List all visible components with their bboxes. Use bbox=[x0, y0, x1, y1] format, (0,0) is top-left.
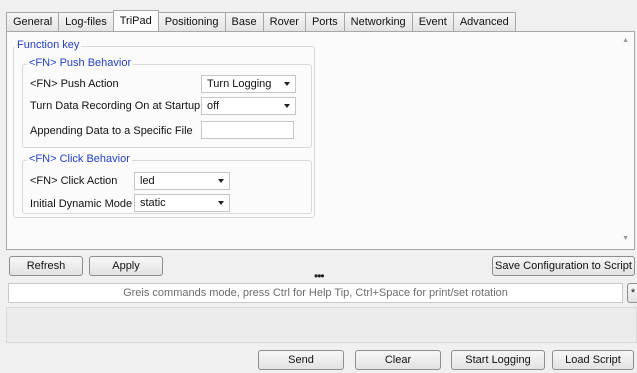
command-input[interactable]: Greis commands mode, press Ctrl for Help… bbox=[8, 283, 623, 303]
tab-ports[interactable]: Ports bbox=[304, 12, 345, 31]
tab-tripad[interactable]: TriPad bbox=[112, 10, 159, 31]
splitter-handle[interactable]: ••• bbox=[314, 269, 325, 283]
settings-panel: ▲ ▼ Function key <FN> Push Behavior <FN>… bbox=[6, 31, 635, 250]
clear-button[interactable]: Clear bbox=[355, 350, 441, 370]
click-action-label: <FN> Click Action bbox=[30, 175, 118, 187]
dynamic-mode-label: Initial Dynamic Mode bbox=[30, 198, 133, 210]
startup-recording-label: Turn Data Recording On at Startup bbox=[30, 100, 201, 112]
dynamic-mode-value: static bbox=[140, 197, 166, 209]
save-configuration-button[interactable]: Save Configuration to Script bbox=[492, 256, 635, 276]
push-action-label: <FN> Push Action bbox=[30, 78, 119, 90]
click-behavior-legend: <FN> Click Behavior bbox=[27, 153, 132, 165]
tab-event[interactable]: Event bbox=[411, 12, 454, 31]
tab-networking[interactable]: Networking bbox=[343, 12, 413, 31]
function-key-legend: Function key bbox=[15, 39, 82, 51]
command-side-button[interactable]: * bbox=[627, 283, 637, 303]
startup-recording-value: off bbox=[207, 100, 220, 112]
append-file-label: Appending Data to a Specific File bbox=[30, 125, 193, 137]
tab-general[interactable]: General bbox=[6, 12, 60, 31]
tab-base[interactable]: Base bbox=[224, 12, 264, 31]
scroll-down-icon[interactable]: ▼ bbox=[622, 235, 629, 242]
chevron-down-icon bbox=[218, 201, 224, 205]
apply-button[interactable]: Apply bbox=[89, 256, 163, 276]
chevron-down-icon bbox=[284, 104, 290, 108]
tab-bar: General Log-files TriPad Positioning Bas… bbox=[6, 10, 516, 31]
load-script-button[interactable]: Load Script bbox=[552, 350, 634, 370]
output-console bbox=[6, 307, 637, 343]
dynamic-mode-select[interactable]: static bbox=[134, 194, 230, 212]
refresh-button[interactable]: Refresh bbox=[9, 256, 83, 276]
tab-rover[interactable]: Rover bbox=[262, 12, 306, 31]
startup-recording-select[interactable]: off bbox=[201, 97, 296, 115]
send-button[interactable]: Send bbox=[258, 350, 344, 370]
click-action-select[interactable]: led bbox=[134, 172, 230, 190]
push-behavior-legend: <FN> Push Behavior bbox=[27, 57, 134, 69]
tab-advanced[interactable]: Advanced bbox=[452, 12, 516, 31]
start-logging-button[interactable]: Start Logging bbox=[451, 350, 545, 370]
tab-log-files[interactable]: Log-files bbox=[58, 12, 114, 31]
push-action-value: Turn Logging bbox=[207, 78, 272, 90]
click-action-value: led bbox=[140, 175, 155, 187]
chevron-down-icon bbox=[284, 82, 290, 86]
append-file-input[interactable] bbox=[201, 121, 294, 139]
chevron-down-icon bbox=[218, 179, 224, 183]
tab-positioning[interactable]: Positioning bbox=[157, 12, 226, 31]
push-action-select[interactable]: Turn Logging bbox=[201, 75, 296, 93]
scroll-up-icon[interactable]: ▲ bbox=[622, 37, 629, 44]
